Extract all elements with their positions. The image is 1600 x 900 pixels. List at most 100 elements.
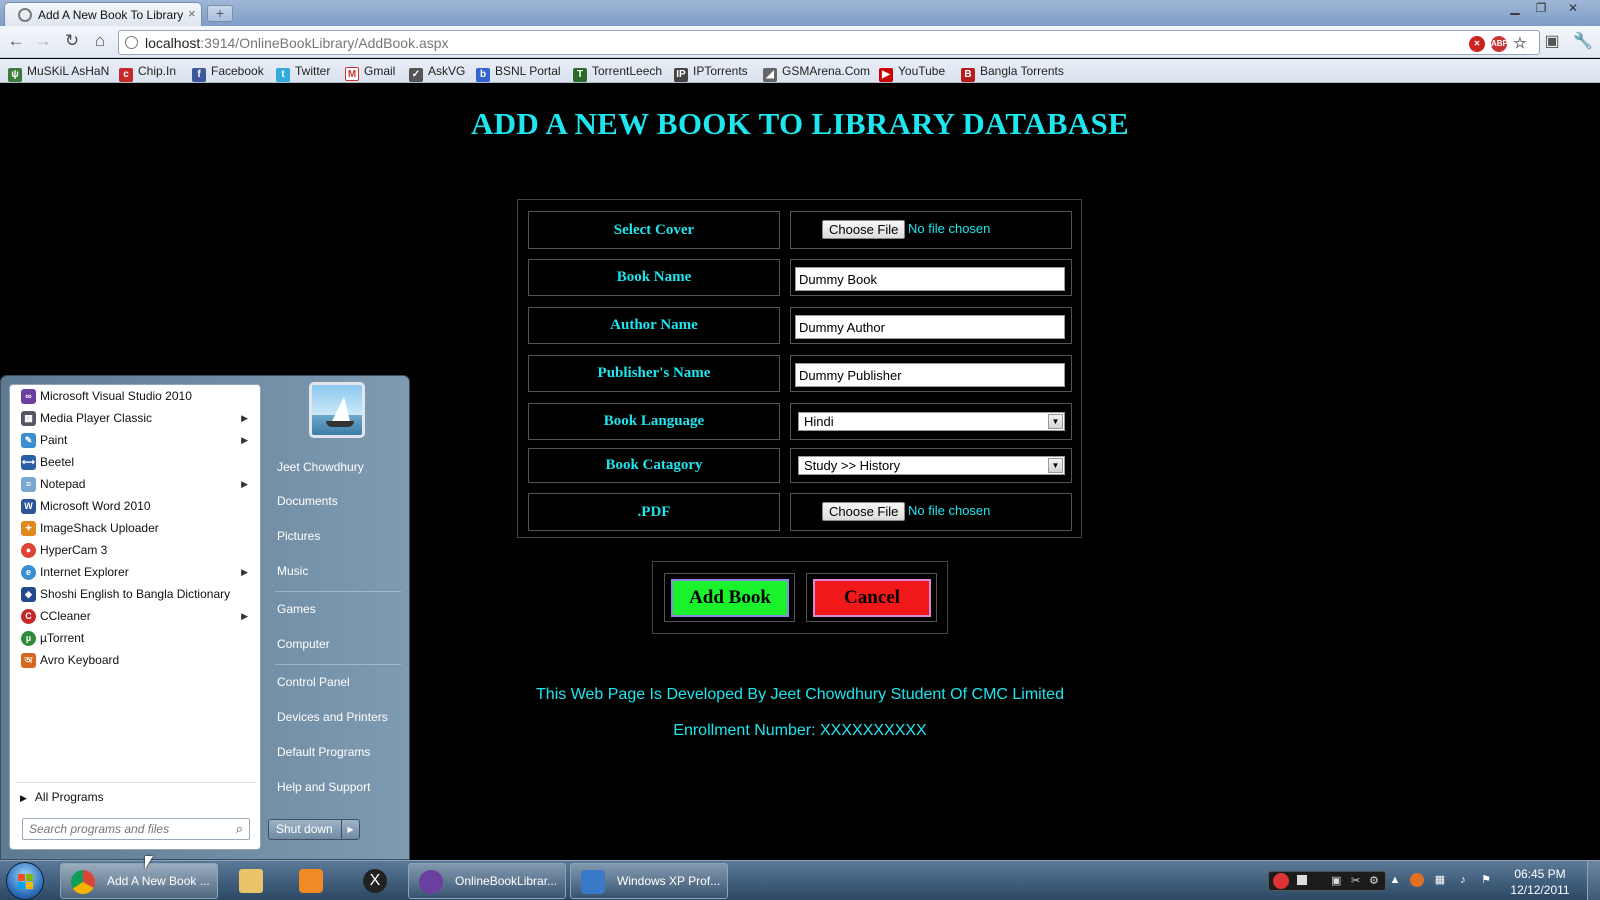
shutdown-options-icon[interactable]: ▶ bbox=[341, 820, 359, 839]
bookmark-bangla-torrents[interactable]: B Bangla Torrents bbox=[961, 63, 1064, 82]
program-utorrent[interactable]: µ µTorrent bbox=[14, 628, 258, 649]
forward-icon[interactable]: → bbox=[32, 30, 54, 52]
show-hidden-icons-icon[interactable]: ▲ bbox=[1388, 873, 1402, 887]
shutdown-button[interactable]: Shut down ▶ bbox=[268, 819, 360, 840]
book-category-select[interactable]: Study >> History ▼ bbox=[798, 456, 1065, 475]
twitter-icon: t bbox=[276, 68, 290, 82]
program-visual-studio[interactable]: ∞ Microsoft Visual Studio 2010 bbox=[14, 386, 258, 407]
restore-icon[interactable]: ❐ bbox=[1528, 0, 1554, 18]
program-beetel[interactable]: ⟷ Beetel bbox=[14, 452, 258, 473]
taskbar-virtual-machine-window[interactable]: Windows XP Prof... bbox=[570, 863, 728, 899]
camera-icon[interactable]: ▣ bbox=[1331, 874, 1341, 887]
chevron-down-icon[interactable]: ▼ bbox=[1048, 414, 1063, 429]
network-icon[interactable]: ▦ bbox=[1433, 873, 1447, 887]
taskbar-explorer[interactable] bbox=[225, 864, 277, 898]
bookmark-youtube[interactable]: ▶ YouTube bbox=[879, 63, 945, 82]
minimize-icon[interactable]: ▁ bbox=[1502, 0, 1528, 18]
settings-icon[interactable]: ⚙ bbox=[1369, 874, 1379, 887]
new-tab-button[interactable]: + bbox=[207, 5, 233, 22]
bookmark-facebook[interactable]: f Facebook bbox=[192, 63, 264, 82]
bookmark-iptorrents[interactable]: IP IPTorrents bbox=[674, 63, 748, 82]
taskbar-chrome-window[interactable]: Add A New Book ... bbox=[60, 863, 218, 899]
pdf-label: .PDF bbox=[528, 493, 780, 531]
close-tab-icon[interactable]: × bbox=[188, 6, 196, 21]
bookmark-askvg[interactable]: ✓ AskVG bbox=[409, 63, 465, 82]
program-imageshack[interactable]: ✦ ImageShack Uploader bbox=[14, 518, 258, 539]
start-button[interactable] bbox=[6, 862, 44, 900]
cursor-icon[interactable]: ✂ bbox=[1351, 874, 1360, 887]
program-notepad[interactable]: ≡ Notepad ▶ bbox=[14, 474, 258, 495]
book-language-select[interactable]: Hindi ▼ bbox=[798, 412, 1065, 431]
separator bbox=[275, 591, 401, 592]
program-shoshi-dictionary[interactable]: ◆ Shoshi English to Bangla Dictionary bbox=[14, 584, 258, 605]
link-games[interactable]: Games bbox=[277, 602, 316, 616]
link-music[interactable]: Music bbox=[277, 564, 308, 578]
cover-choose-file-button[interactable]: Choose File bbox=[822, 220, 906, 239]
program-hypercam[interactable]: ● HyperCam 3 bbox=[14, 540, 258, 561]
wrench-icon[interactable]: 🔧 bbox=[1573, 32, 1593, 52]
bookmark-torrentleech[interactable]: T TorrentLeech bbox=[573, 63, 662, 82]
program-paint[interactable]: ✎ Paint ▶ bbox=[14, 430, 258, 451]
link-default-programs[interactable]: Default Programs bbox=[277, 745, 370, 759]
link-help-support[interactable]: Help and Support bbox=[277, 780, 370, 794]
bookmark-chipin[interactable]: c Chip.In bbox=[119, 63, 176, 82]
show-desktop-button[interactable] bbox=[1587, 861, 1600, 900]
recorder-toolbar[interactable]: ▣ ✂ ⚙ bbox=[1268, 871, 1386, 891]
chevron-down-icon[interactable]: ▼ bbox=[1048, 458, 1063, 473]
bookmark-muskil[interactable]: ψ MuSKiL AsHaN bbox=[8, 63, 109, 82]
home-icon[interactable]: ⌂ bbox=[89, 30, 111, 52]
program-avro-keyboard[interactable]: অ Avro Keyboard bbox=[14, 650, 258, 671]
cancel-button[interactable]: Cancel bbox=[813, 579, 931, 617]
book-name-input[interactable]: Dummy Book bbox=[795, 267, 1065, 291]
blocker-icon[interactable]: ✕ bbox=[1469, 36, 1485, 52]
user-avatar[interactable] bbox=[309, 382, 365, 438]
close-window-icon[interactable]: ✕ bbox=[1560, 0, 1586, 18]
address-bar[interactable]: localhost:3914/OnlineBookLibrary/AddBook… bbox=[118, 30, 1540, 55]
visual-studio-icon bbox=[419, 870, 443, 894]
taskbar: Add A New Book ... X OnlineBookLibrar...… bbox=[0, 860, 1600, 900]
all-programs-button[interactable]: ▶ All Programs bbox=[20, 790, 104, 804]
browser-tab[interactable]: Add A New Book To Library × bbox=[4, 2, 202, 26]
torrentleech-icon: T bbox=[573, 68, 587, 82]
link-user-folder[interactable]: Jeet Chowdhury bbox=[277, 460, 364, 474]
stop-icon[interactable] bbox=[1297, 875, 1307, 885]
pdf-no-file-text: No file chosen bbox=[908, 503, 991, 518]
link-pictures[interactable]: Pictures bbox=[277, 529, 320, 543]
bookmark-gsmarena[interactable]: ◢ GSMArena.Com bbox=[763, 63, 870, 82]
cancel-button-cell: Cancel bbox=[806, 573, 937, 622]
action-center-flag-icon[interactable]: ⚑ bbox=[1479, 873, 1493, 887]
link-documents[interactable]: Documents bbox=[277, 494, 338, 508]
bookmark-star-icon[interactable]: ☆ bbox=[1512, 36, 1528, 52]
taskbar-app[interactable]: X bbox=[349, 864, 401, 898]
volume-icon[interactable]: ♪ bbox=[1456, 873, 1470, 887]
bookmark-bsnl[interactable]: b BSNL Portal bbox=[476, 63, 561, 82]
link-computer[interactable]: Computer bbox=[277, 637, 330, 651]
link-devices-printers[interactable]: Devices and Printers bbox=[277, 710, 388, 724]
search-icon[interactable]: ⌕ bbox=[236, 821, 243, 837]
add-book-button[interactable]: Add Book bbox=[671, 579, 789, 617]
publisher-name-input[interactable]: Dummy Publisher bbox=[795, 363, 1065, 387]
book-category-label: Book Catagory bbox=[528, 448, 780, 483]
bookmark-twitter[interactable]: t Twitter bbox=[276, 63, 330, 82]
link-control-panel[interactable]: Control Panel bbox=[277, 675, 350, 689]
program-media-player-classic[interactable]: ▦ Media Player Classic ▶ bbox=[14, 408, 258, 429]
back-icon[interactable]: ← bbox=[5, 30, 27, 52]
author-name-input[interactable]: Dummy Author bbox=[795, 315, 1065, 339]
program-internet-explorer[interactable]: e Internet Explorer ▶ bbox=[14, 562, 258, 583]
search-input[interactable] bbox=[29, 822, 219, 836]
cover-file-field: Choose File No file chosen bbox=[790, 211, 1072, 249]
avro-tray-icon[interactable] bbox=[1410, 873, 1424, 887]
start-search-box[interactable]: ⌕ bbox=[22, 818, 250, 840]
extension-icon[interactable]: ▣ bbox=[1542, 32, 1562, 52]
system-clock[interactable]: 06:45 PM 12/12/2011 bbox=[1505, 866, 1575, 898]
author-name-label: Author Name bbox=[528, 307, 780, 344]
reload-icon[interactable]: ↻ bbox=[61, 30, 83, 52]
program-word[interactable]: W Microsoft Word 2010 bbox=[14, 496, 258, 517]
adblock-icon[interactable]: ABP bbox=[1491, 36, 1508, 52]
pdf-choose-file-button[interactable]: Choose File bbox=[822, 502, 906, 521]
program-ccleaner[interactable]: C CCleaner ▶ bbox=[14, 606, 258, 627]
taskbar-media-player[interactable] bbox=[285, 864, 337, 898]
pause-record-icon[interactable] bbox=[1273, 873, 1289, 889]
bookmark-gmail[interactable]: M Gmail bbox=[345, 63, 395, 81]
taskbar-visual-studio-window[interactable]: OnlineBookLibrar... bbox=[408, 863, 566, 899]
